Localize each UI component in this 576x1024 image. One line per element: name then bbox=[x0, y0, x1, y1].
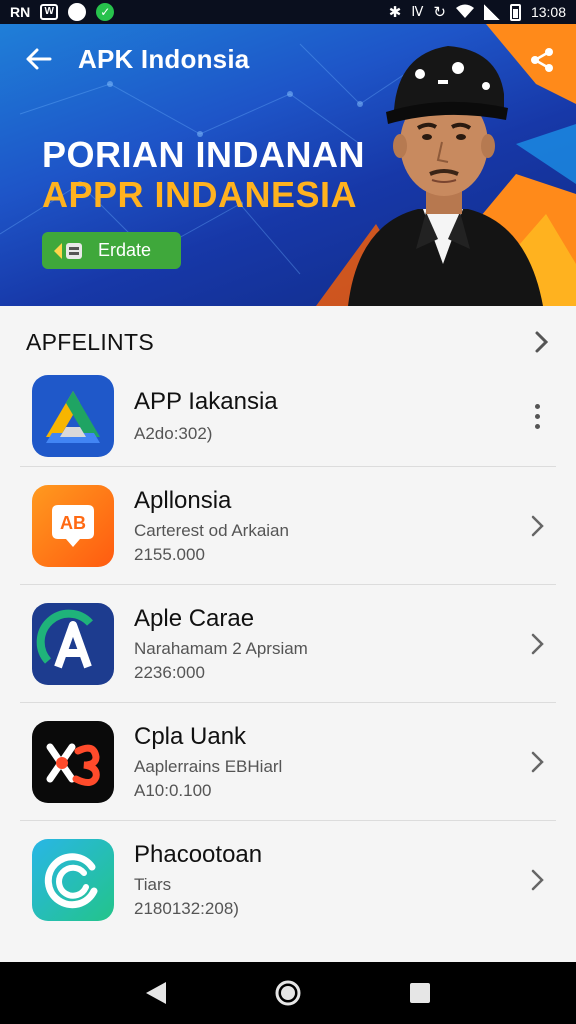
app-description: Narahamam 2 Aprsiam bbox=[134, 638, 308, 658]
app-name: APP Iakansia bbox=[134, 388, 278, 415]
banner-headline-primary: PORIAN INDANAN bbox=[42, 134, 366, 175]
back-button[interactable] bbox=[18, 39, 58, 79]
chevron-right-icon bbox=[531, 515, 544, 536]
square-recents-icon bbox=[410, 983, 430, 1003]
app-meta: 2180132:208) bbox=[134, 898, 239, 918]
nav-recents-button[interactable] bbox=[400, 973, 440, 1013]
vibrate-icon: Ⅳ bbox=[411, 4, 424, 19]
sync-icon: ↻ bbox=[433, 4, 446, 21]
chevron-right-icon bbox=[531, 869, 544, 890]
status-time: 13:08 bbox=[530, 4, 566, 20]
app-name: Aple Carae bbox=[134, 604, 255, 632]
circle-home-icon bbox=[275, 980, 301, 1006]
banner-headline-secondary: APPR INDANESIA bbox=[42, 174, 358, 215]
notification-check-icon: ✓ bbox=[96, 3, 115, 21]
app-meta: 2155.000 bbox=[134, 544, 205, 564]
app-name: Cpla Uank bbox=[134, 722, 247, 750]
open-button[interactable] bbox=[522, 865, 552, 895]
app-bar: APK Indonsia bbox=[0, 24, 576, 94]
c-swirl-icon bbox=[32, 838, 114, 921]
status-left-text: RN bbox=[10, 4, 31, 20]
status-right: ✱ Ⅳ ↻ 13:08 bbox=[389, 3, 566, 21]
system-nav-bar bbox=[0, 962, 576, 1024]
nav-back-button[interactable] bbox=[136, 973, 176, 1013]
android-update-icon bbox=[52, 238, 90, 264]
status-left: RN W ✓ bbox=[10, 3, 115, 21]
update-button-label: Erdate bbox=[98, 240, 152, 260]
app-description: Tiars bbox=[134, 874, 172, 894]
list-item[interactable]: APP Iakansia A2do:302) bbox=[0, 366, 576, 466]
app-meta: A10:0.100 bbox=[134, 780, 212, 800]
open-button[interactable] bbox=[522, 511, 552, 541]
ab-badge-icon: AB bbox=[32, 484, 114, 567]
app-name: Phacootoan bbox=[134, 840, 263, 868]
list-item[interactable]: Cpla Uank Aaplerrains EBHiarl A10:0.100 bbox=[20, 702, 556, 820]
chevron-right-icon bbox=[535, 331, 549, 353]
triangle-back-icon bbox=[146, 982, 166, 1004]
nav-home-button[interactable] bbox=[268, 973, 308, 1013]
more-options-button[interactable] bbox=[522, 401, 552, 431]
notification-box-icon: W bbox=[40, 4, 59, 20]
open-button[interactable] bbox=[522, 629, 552, 659]
chevron-right-icon bbox=[531, 751, 544, 772]
app-name: Apllonsia bbox=[134, 486, 232, 514]
drive-triangle-icon bbox=[32, 375, 114, 457]
more-vert-icon bbox=[534, 403, 540, 429]
wifi-icon bbox=[455, 4, 474, 21]
list-item[interactable]: AB Apllonsia Carterest od Arkaian 2155.0… bbox=[20, 466, 556, 584]
svg-text:AB: AB bbox=[60, 513, 86, 533]
letter-a-icon bbox=[32, 602, 114, 685]
app-description: Aaplerrains EBHiarl bbox=[134, 756, 283, 776]
battery-icon bbox=[509, 3, 521, 21]
update-button[interactable]: Erdate bbox=[42, 232, 181, 269]
app-description: Carterest od Arkaian bbox=[134, 520, 289, 540]
apps-section: APFELINTS APP Iakansia A2do:302) AB Apll… bbox=[0, 306, 576, 962]
signal-icon bbox=[483, 4, 500, 20]
list-item[interactable]: Phacootoan Tiars 2180132:208) bbox=[20, 820, 556, 938]
list-item[interactable]: Aple Carae Narahamam 2 Aprsiam 2236:000 bbox=[20, 584, 556, 702]
section-header[interactable]: APFELINTS bbox=[0, 310, 576, 374]
section-title: APFELINTS bbox=[26, 328, 154, 355]
app-bar-title: APK Indonsia bbox=[78, 43, 250, 74]
app-meta: 2236:000 bbox=[134, 662, 205, 682]
app-meta: A2do:302) bbox=[134, 424, 213, 443]
notification-circle-icon bbox=[68, 3, 87, 21]
app-list: APP Iakansia A2do:302) AB Apllonsia Cart… bbox=[0, 366, 576, 938]
chevron-right-icon bbox=[531, 633, 544, 654]
bluetooth-icon: ✱ bbox=[388, 4, 402, 21]
xs-logo-icon bbox=[32, 720, 114, 803]
status-bar: RN W ✓ ✱ Ⅳ ↻ 13:08 bbox=[0, 0, 576, 24]
header-banner: APK Indonsia PORIAN INDANAN APPR INDANES… bbox=[0, 24, 576, 306]
arrow-left-icon bbox=[26, 48, 52, 70]
open-button[interactable] bbox=[522, 747, 552, 777]
